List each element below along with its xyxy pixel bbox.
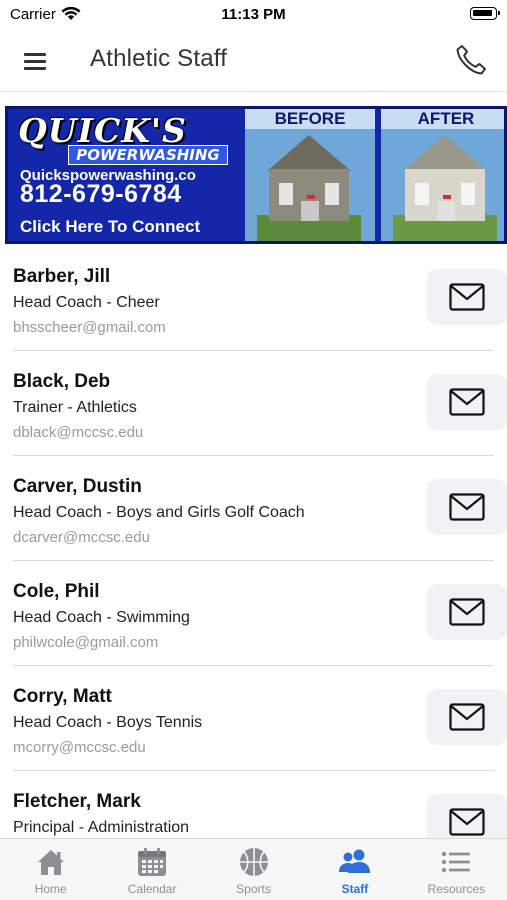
app-header: Athletic Staff xyxy=(0,30,507,92)
envelope-icon xyxy=(449,598,485,626)
tab-sports[interactable]: Sports xyxy=(203,839,304,900)
ad-phone: 812-679-6784 xyxy=(20,180,182,208)
ad-before-photo: BEFORE xyxy=(245,109,375,241)
page-title: Athletic Staff xyxy=(90,45,228,72)
tab-home-label: Home xyxy=(34,882,67,896)
hamburger-menu-icon[interactable] xyxy=(18,46,52,76)
staff-role: Head Coach - Boys Tennis xyxy=(13,714,203,731)
staff-role: Principal - Administration xyxy=(13,819,190,836)
staff-email: dblack@mccsc.edu xyxy=(13,424,144,441)
staff-name: Cole, Phil xyxy=(13,581,100,602)
ad-subtitle: POWERWASHING xyxy=(68,145,228,165)
email-button[interactable] xyxy=(427,794,507,838)
staff-email: mcorry@mccsc.edu xyxy=(13,739,146,756)
envelope-icon xyxy=(449,493,485,521)
staff-list[interactable]: Barber, Jill Head Coach - Cheer bhsschee… xyxy=(0,246,507,838)
list-item[interactable]: Corry, Matt Head Coach - Boys Tennis mco… xyxy=(13,666,507,771)
ad-after-label: AFTER xyxy=(381,109,504,129)
staff-name: Barber, Jill xyxy=(13,266,111,287)
tab-bar: Home Calendar Sports Staff Resources xyxy=(0,838,507,900)
staff-role: Head Coach - Cheer xyxy=(13,294,160,311)
staff-name: Corry, Matt xyxy=(13,686,112,707)
list-item[interactable]: Fletcher, Mark Principal - Administratio… xyxy=(13,771,507,838)
home-icon xyxy=(37,850,64,875)
list-item[interactable]: Cole, Phil Head Coach - Swimming philwco… xyxy=(13,561,507,666)
tab-sports-label: Sports xyxy=(236,882,271,896)
status-time: 11:13 PM xyxy=(221,6,286,23)
staff-role: Head Coach - Boys and Girls Golf Coach xyxy=(13,504,305,521)
status-bar: Carrier 11:13 PM xyxy=(0,0,507,30)
list-icon xyxy=(442,851,471,873)
envelope-icon xyxy=(449,808,485,836)
staff-email: dcarver@mccsc.edu xyxy=(13,529,150,546)
list-item[interactable]: Barber, Jill Head Coach - Cheer bhsschee… xyxy=(13,246,507,351)
basketball-icon xyxy=(239,848,268,876)
tab-resources[interactable]: Resources xyxy=(406,839,507,900)
staff-role: Trainer - Athletics xyxy=(13,399,137,416)
staff-email: bhsscheer@gmail.com xyxy=(13,319,166,336)
staff-name: Carver, Dustin xyxy=(13,476,142,497)
tab-resources-label: Resources xyxy=(427,882,485,896)
calendar-icon xyxy=(138,848,167,876)
ad-after-photo: AFTER xyxy=(381,109,504,241)
house-clean-image xyxy=(393,135,497,241)
staff-name: Fletcher, Mark xyxy=(13,791,141,812)
ad-banner[interactable]: QUICK'S POWERWASHING Quickspowerwashing.… xyxy=(5,106,507,244)
email-button[interactable] xyxy=(427,689,507,745)
battery-icon xyxy=(470,7,500,20)
ad-text-panel: QUICK'S POWERWASHING Quickspowerwashing.… xyxy=(8,109,244,241)
list-item[interactable]: Carver, Dustin Head Coach - Boys and Gir… xyxy=(13,456,507,561)
staff-role: Head Coach - Swimming xyxy=(13,609,190,626)
envelope-icon xyxy=(449,703,485,731)
email-button[interactable] xyxy=(427,269,507,325)
email-button[interactable] xyxy=(427,374,507,430)
staff-email: philwcole@gmail.com xyxy=(13,634,159,651)
people-icon xyxy=(338,849,370,873)
tab-calendar[interactable]: Calendar xyxy=(101,839,202,900)
tab-staff[interactable]: Staff xyxy=(304,839,405,900)
tab-staff-label: Staff xyxy=(341,882,369,896)
ad-before-label: BEFORE xyxy=(245,109,375,129)
email-button[interactable] xyxy=(427,479,507,535)
list-item[interactable]: Black, Deb Trainer - Athletics dblack@mc… xyxy=(13,351,507,456)
tab-home[interactable]: Home xyxy=(0,839,101,900)
staff-name: Black, Deb xyxy=(13,371,111,392)
phone-icon[interactable] xyxy=(451,40,491,80)
envelope-icon xyxy=(449,283,485,311)
house-dirty-image xyxy=(257,135,361,241)
email-button[interactable] xyxy=(427,584,507,640)
tab-calendar-label: Calendar xyxy=(127,882,177,896)
envelope-icon xyxy=(449,388,485,416)
ad-cta: Click Here To Connect xyxy=(20,217,201,236)
